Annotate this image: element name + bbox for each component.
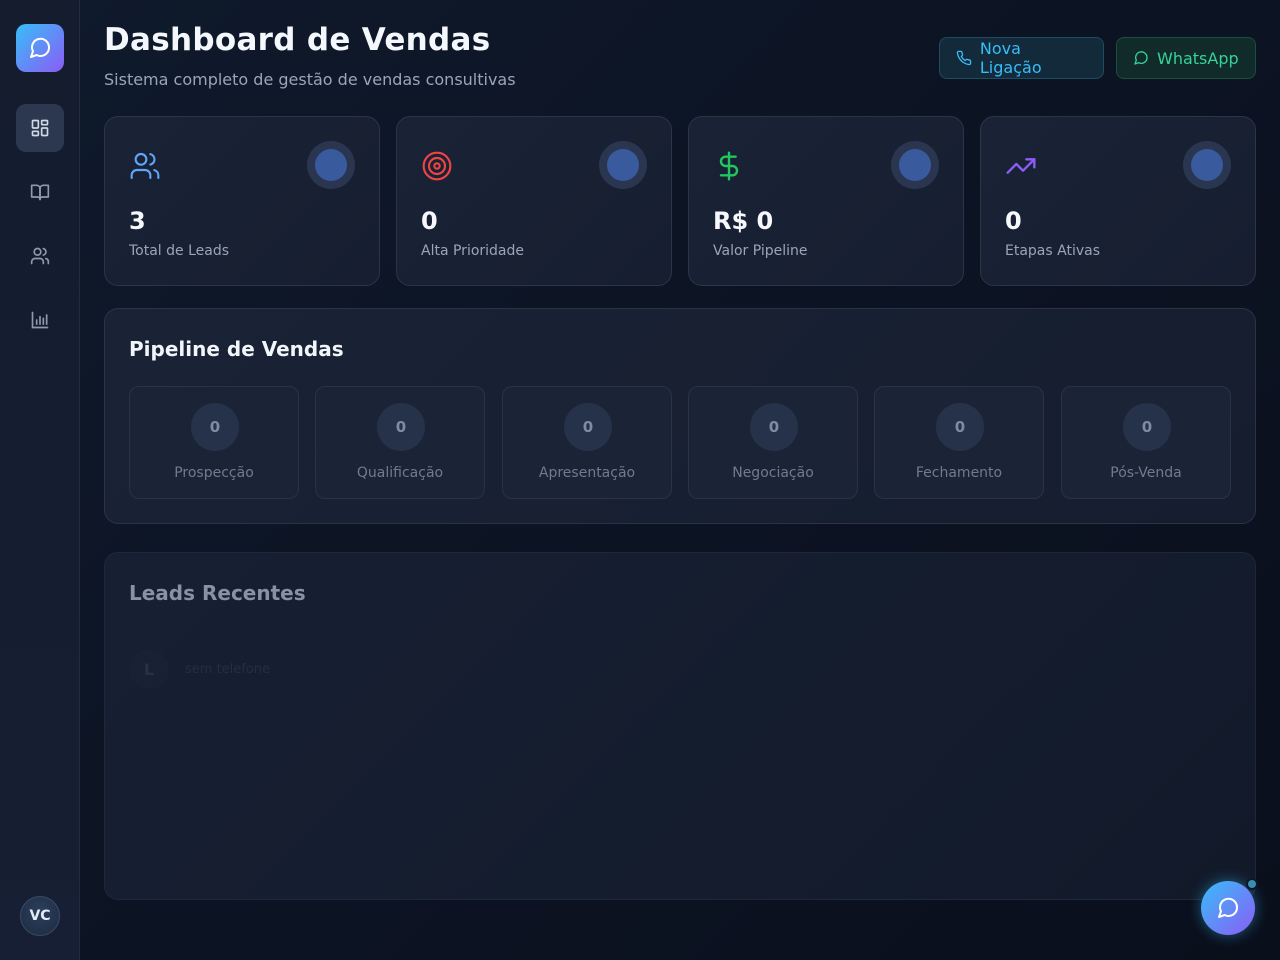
stage-count: 0	[377, 403, 425, 451]
sidebar-item-reports[interactable]	[16, 296, 64, 344]
stage-count: 0	[564, 403, 612, 451]
whatsapp-button[interactable]: WhatsApp	[1116, 37, 1256, 79]
new-call-button[interactable]: Nova Ligação	[939, 37, 1104, 79]
stat-value: 0	[1005, 207, 1022, 235]
notification-dot	[1246, 878, 1258, 890]
lead-avatar: L	[129, 649, 169, 689]
pipeline-stage-apresentacao[interactable]: 0 Apresentação	[502, 386, 672, 499]
stage-count: 0	[936, 403, 984, 451]
recent-leads-title: Leads Recentes	[129, 581, 306, 605]
bar-chart-icon	[31, 311, 49, 329]
stat-card-pipeline-value: R$ 0 Valor Pipeline	[688, 116, 964, 286]
status-orb	[1183, 141, 1231, 189]
pipeline-stage-fechamento[interactable]: 0 Fechamento	[874, 386, 1044, 499]
stage-name: Negociação	[732, 465, 814, 481]
stat-value: 3	[129, 207, 146, 235]
pipeline-stage-pos-venda[interactable]: 0 Pós-Venda	[1061, 386, 1231, 499]
stage-name: Qualificação	[356, 465, 444, 481]
status-orb	[599, 141, 647, 189]
recent-leads-panel: Leads Recentes L sem telefone	[104, 552, 1256, 900]
dollar-icon	[719, 151, 739, 181]
lead-text: sem telefone	[185, 661, 271, 677]
stat-card-total-leads: 3 Total de Leads	[104, 116, 380, 286]
status-orb	[891, 141, 939, 189]
stage-count: 0	[750, 403, 798, 451]
stat-value: 0	[421, 207, 438, 235]
chat-icon	[1218, 897, 1239, 918]
sidebar-item-users[interactable]	[16, 232, 64, 280]
logo-chat-icon[interactable]	[16, 24, 64, 72]
stat-label: Alta Prioridade	[421, 243, 525, 259]
stat-card-active-stages: 0 Etapas Ativas	[980, 116, 1256, 286]
stat-label: Etapas Ativas	[1005, 243, 1100, 259]
avatar[interactable]: VC	[20, 896, 60, 936]
phone-icon	[956, 50, 972, 66]
new-call-label: Nova Ligação	[979, 39, 1042, 77]
trending-up-icon	[1006, 158, 1036, 174]
users-icon	[130, 152, 160, 180]
pipeline-title: Pipeline de Vendas	[129, 337, 344, 361]
stage-name: Apresentação	[538, 465, 636, 481]
book-icon	[30, 184, 50, 201]
target-icon	[422, 151, 452, 181]
pipeline-stage-qualificacao[interactable]: 0 Qualificação	[315, 386, 485, 499]
stat-label: Valor Pipeline	[713, 243, 808, 259]
stage-name: Fechamento	[915, 465, 1003, 481]
status-orb	[307, 141, 355, 189]
whatsapp-label: WhatsApp	[1157, 48, 1239, 68]
sidebar-item-book[interactable]	[16, 168, 64, 216]
stat-label: Total de Leads	[129, 243, 230, 259]
pipeline-stage-negociacao[interactable]: 0 Negociação	[688, 386, 858, 499]
page-title: Dashboard de Vendas	[104, 22, 491, 58]
whatsapp-icon	[1134, 51, 1148, 65]
pipeline-panel: Pipeline de Vendas 0 Prospecção 0 Qualif…	[104, 308, 1256, 524]
chat-fab-button[interactable]	[1201, 881, 1255, 935]
pipeline-stage-prospeccao[interactable]: 0 Prospecção	[129, 386, 299, 499]
dashboard-icon	[31, 119, 49, 137]
sidebar-item-dashboard[interactable]	[16, 104, 64, 152]
sidebar: VC	[0, 0, 80, 960]
stage-name: Pós-Venda	[1110, 465, 1182, 481]
users-icon	[30, 247, 50, 265]
stage-name: Prospecção	[174, 465, 254, 481]
stat-value: R$ 0	[713, 207, 774, 235]
stage-count: 0	[191, 403, 239, 451]
stage-count: 0	[1123, 403, 1171, 451]
page-subtitle: Sistema completo de gestão de vendas con…	[104, 70, 516, 89]
stat-card-high-priority: 0 Alta Prioridade	[396, 116, 672, 286]
list-item[interactable]: L sem telefone	[129, 649, 270, 689]
